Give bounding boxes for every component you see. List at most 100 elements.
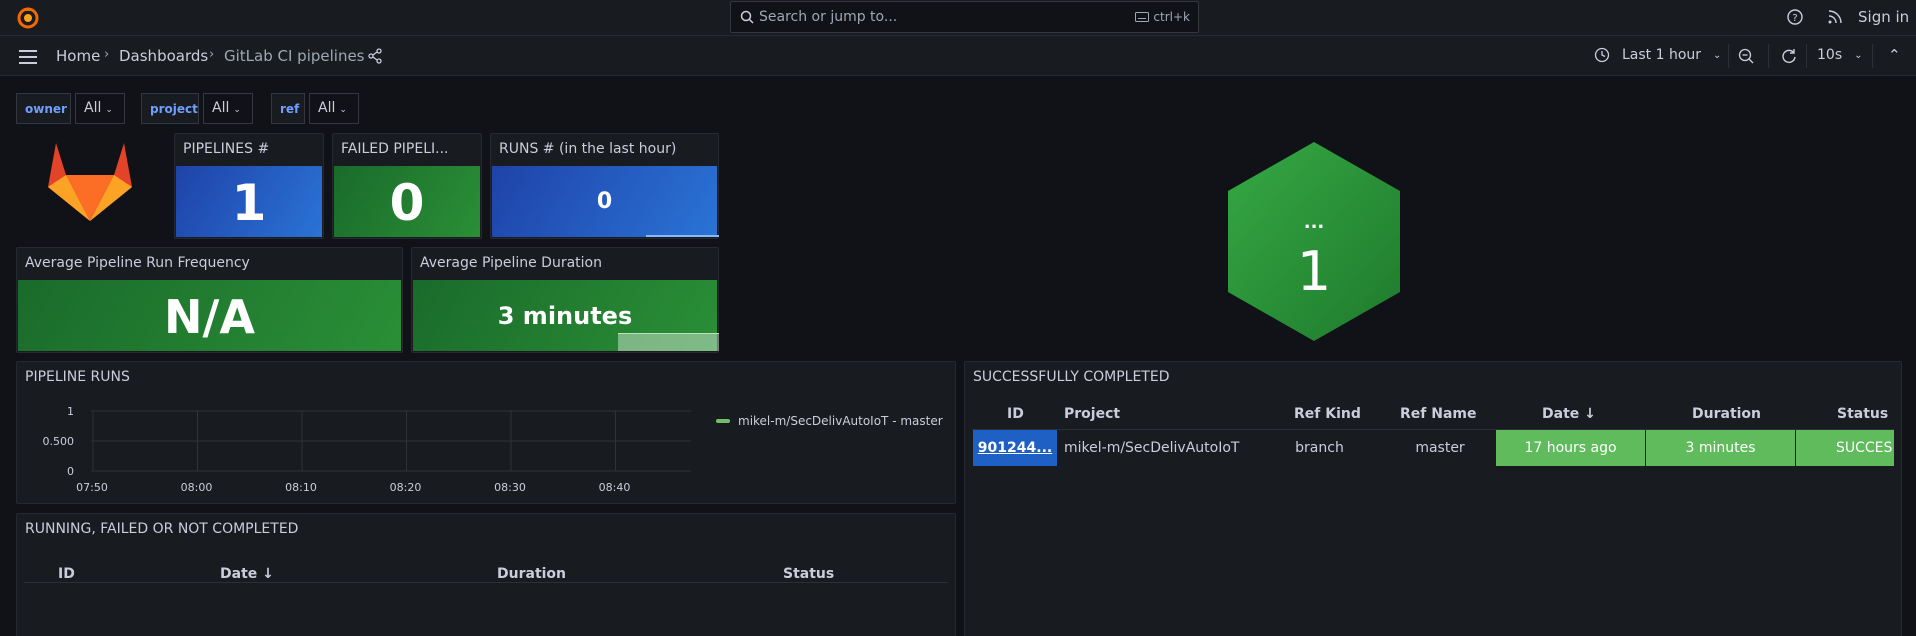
- panel-title: FAILED PIPELI...: [341, 141, 449, 157]
- toolbar-divider: [1728, 44, 1729, 68]
- search-placeholder: Search or jump to...: [759, 9, 898, 25]
- run-frequency-panel: Average Pipeline Run Frequency N/A: [16, 247, 403, 353]
- refresh-interval-picker[interactable]: 10s ⌄: [1817, 47, 1863, 63]
- cell-ref-name: master: [1415, 440, 1465, 456]
- zoom-out-icon[interactable]: [1738, 48, 1754, 64]
- variable-owner-value: All: [84, 100, 102, 116]
- chevron-down-icon: ⌄: [105, 105, 113, 115]
- stat-value: N/A: [164, 290, 255, 344]
- x-tick-label: 08:10: [285, 481, 317, 494]
- share-icon[interactable]: [367, 48, 383, 64]
- toolbar-divider: [1768, 44, 1769, 68]
- legend-label: mikel-m/SecDelivAutoIoT - master: [738, 414, 943, 428]
- panel-title: RUNS # (in the last hour): [499, 141, 677, 157]
- toolbar-divider: [1872, 44, 1873, 68]
- column-header-ref-name[interactable]: Ref Name: [1400, 406, 1477, 422]
- sparkline-area: [618, 333, 719, 351]
- y-tick-label: 0: [67, 465, 74, 478]
- pipeline-runs-chart: 1 0.500 007:50 08:00 08:10 08:20 08:30 08:40: [43, 405, 691, 494]
- collapse-chevron-up-icon[interactable]: ⌃: [1888, 46, 1901, 64]
- variable-project-value: All: [212, 100, 230, 116]
- cell-status: SUCCES: [1796, 430, 1894, 466]
- column-header-date[interactable]: Date ↓: [1542, 406, 1596, 422]
- column-header-status[interactable]: Status: [783, 566, 834, 582]
- x-tick-label: 08:20: [390, 481, 422, 494]
- column-header-date-label: Date: [220, 566, 258, 582]
- variable-project-label: project: [141, 93, 199, 124]
- menu-icon[interactable]: [18, 49, 38, 65]
- panel-title: Average Pipeline Duration: [420, 255, 602, 271]
- cell-project: mikel-m/SecDelivAutoIoT: [1064, 440, 1240, 456]
- panel-title: PIPELINES #: [183, 141, 270, 157]
- y-tick-label: 0.500: [43, 435, 75, 448]
- column-header-duration[interactable]: Duration: [497, 566, 566, 582]
- search-shortcut: ctrl+k: [1135, 10, 1190, 24]
- refresh-icon[interactable]: [1781, 48, 1797, 64]
- hexagon-label: ...: [1303, 212, 1325, 233]
- column-header-date[interactable]: Date ↓: [220, 566, 274, 582]
- y-tick-label: 1: [67, 405, 74, 418]
- column-header-id[interactable]: ID: [58, 566, 75, 582]
- chevron-down-icon: ⌄: [1713, 49, 1722, 61]
- gitlab-logo-icon: [48, 143, 132, 221]
- grafana-logo-icon[interactable]: [15, 5, 41, 31]
- stat-value: 0: [596, 189, 613, 214]
- variable-ref-value: All: [318, 100, 336, 116]
- runs-count-panel: RUNS # (in the last hour) 0: [490, 133, 719, 239]
- clock-icon: [1594, 47, 1610, 63]
- stat-value: 3 minutes: [497, 302, 633, 330]
- sort-arrow-down-icon: ↓: [1584, 406, 1596, 422]
- x-tick-label: 07:50: [76, 481, 108, 494]
- panel-title: Average Pipeline Run Frequency: [25, 255, 250, 271]
- panel-title: RUNNING, FAILED OR NOT COMPLETED: [25, 521, 299, 537]
- chevron-down-icon: ⌄: [339, 105, 347, 115]
- panel-title: SUCCESSFULLY COMPLETED: [973, 369, 1170, 385]
- sort-arrow-down-icon: ↓: [262, 566, 274, 582]
- help-icon[interactable]: ?: [1786, 8, 1804, 26]
- variable-ref-label: ref: [271, 93, 305, 124]
- pipeline-id-link[interactable]: 901244...: [973, 430, 1057, 466]
- pipelines-count-panel: PIPELINES # 1: [174, 133, 324, 239]
- cell-date: 17 hours ago: [1496, 430, 1645, 466]
- stat-value: 0: [389, 174, 425, 232]
- column-header-duration[interactable]: Duration: [1692, 406, 1761, 422]
- failed-pipelines-panel: FAILED PIPELI... 0: [332, 133, 482, 239]
- cell-duration: 3 minutes: [1646, 430, 1795, 466]
- x-tick-label: 08:00: [181, 481, 213, 494]
- legend-color-swatch: [716, 419, 730, 423]
- stat-value: 1: [231, 174, 267, 232]
- breadcrumb-separator-icon: ›: [104, 47, 110, 62]
- chevron-down-icon: ⌄: [1854, 49, 1863, 61]
- variable-owner-label: owner: [16, 93, 71, 124]
- column-header-id[interactable]: ID: [1007, 406, 1024, 422]
- pipeline-duration-panel: Average Pipeline Duration 3 minutes: [411, 247, 719, 353]
- breadcrumb-dashboards[interactable]: Dashboards: [119, 47, 208, 65]
- svg-text:?: ?: [1792, 13, 1797, 24]
- time-range-picker[interactable]: Last 1 hour ⌄: [1594, 47, 1721, 63]
- time-range-label: Last 1 hour: [1622, 47, 1702, 63]
- successful-pipelines-panel: SUCCESSFULLY COMPLETED: [964, 361, 1902, 636]
- sparkline: [646, 235, 719, 237]
- sign-in-link[interactable]: Sign in: [1858, 8, 1909, 26]
- chart-legend[interactable]: mikel-m/SecDelivAutoIoT - master: [716, 414, 943, 428]
- table-header-divider: [24, 582, 948, 583]
- toolbar-divider: [1806, 44, 1807, 68]
- column-header-project[interactable]: Project: [1064, 406, 1120, 422]
- x-tick-label: 08:40: [599, 481, 631, 494]
- hexagon-value: 1: [1296, 240, 1332, 303]
- rss-icon[interactable]: [1826, 8, 1844, 26]
- refresh-interval-label: 10s: [1817, 47, 1843, 63]
- breadcrumb-home[interactable]: Home: [56, 47, 100, 65]
- search-icon: [740, 10, 754, 24]
- variable-owner-select[interactable]: All ⌄: [75, 93, 125, 124]
- variable-project-select[interactable]: All ⌄: [203, 93, 253, 124]
- breadcrumb-current: GitLab CI pipelines: [224, 47, 365, 65]
- x-tick-label: 08:30: [494, 481, 526, 494]
- search-bar[interactable]: Search or jump to... ctrl+k: [730, 1, 1199, 33]
- chevron-down-icon: ⌄: [233, 105, 241, 115]
- column-header-ref-kind[interactable]: Ref Kind: [1294, 406, 1361, 422]
- keyboard-icon: [1135, 12, 1150, 22]
- column-header-status[interactable]: Status: [1837, 406, 1888, 422]
- search-shortcut-text: ctrl+k: [1153, 10, 1190, 24]
- variable-ref-select[interactable]: All ⌄: [309, 93, 359, 124]
